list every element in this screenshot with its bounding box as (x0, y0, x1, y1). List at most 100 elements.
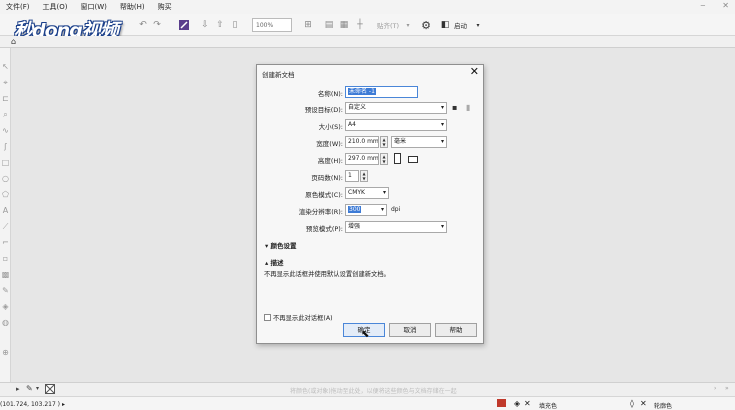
status-bar: (101.724, 103.217 ) ▸ ◈ ✕ 填充色 ◊ ✕ 轮廓色 (0, 396, 735, 410)
menu-window[interactable]: 窗口(W) (74, 2, 113, 12)
create-new-document-dialog: 创建新文档 ✕ 名称(N): 未命名 -1 预设目标(D): 自定义 ▾ ▪ ▮… (256, 64, 484, 344)
checkbox-box[interactable] (264, 314, 271, 321)
polygon-tool-icon[interactable]: ⬠ (1, 190, 10, 199)
cancel-button[interactable]: 取消 (389, 323, 431, 337)
drop-shadow-icon[interactable]: ▫ (1, 254, 10, 263)
resolution-label: 渲染分辨率(R): (298, 208, 343, 216)
show-grid-icon[interactable]: ▦ (339, 18, 349, 32)
portrait-orientation-icon[interactable] (394, 153, 401, 164)
add-tool-icon[interactable]: ⊕ (1, 348, 10, 357)
size-chevron-icon: ▾ (440, 121, 444, 128)
width-spinner[interactable]: ▲ ▼ (380, 136, 388, 148)
menu-help[interactable]: 帮助(H) (114, 2, 152, 12)
help-button[interactable]: 帮助 (435, 323, 477, 337)
corel-connect-icon[interactable] (178, 18, 189, 32)
unit-value: 毫米 (394, 138, 407, 145)
import-icon[interactable]: ⇩ (200, 18, 210, 32)
preview-mode-label: 预览模式(P): (305, 225, 343, 233)
preset-row: 预设目标(D): 自定义 ▾ ▪ ▮ (257, 102, 485, 114)
crop-tool-icon[interactable]: ⊏ (1, 94, 10, 103)
text-tool-icon[interactable]: A (1, 206, 10, 215)
palette-chevron-icon[interactable]: ▾ (36, 385, 39, 392)
pick-tool-icon[interactable]: ↖ (1, 62, 10, 71)
height-input[interactable]: 297.0 mm (345, 153, 379, 165)
pages-input[interactable]: 1 (345, 170, 359, 182)
show-rulers-icon[interactable]: ▤ (324, 18, 334, 32)
pages-spinner[interactable]: ▲ ▼ (360, 170, 368, 182)
dialog-close-icon[interactable]: ✕ (470, 66, 479, 78)
document-palette-bar: ▸ ✎ ▾ 将颜色(或对象)拖动至此处，以便将这些颜色与文档存储在一起 › » (0, 382, 735, 396)
preview-mode-row: 预览模式(P): 增强 ▾ (257, 221, 485, 233)
eyedropper-palette-icon[interactable]: ✎ (26, 384, 33, 393)
launch-dropdown[interactable]: 启动 (454, 18, 467, 32)
preview-mode-value: 增强 (348, 223, 361, 230)
preset-value: 自定义 (348, 104, 367, 111)
name-input[interactable]: 未命名 -1 (345, 86, 418, 98)
palette-arrow-icon[interactable]: ▸ (16, 385, 20, 393)
fill-icon: ◈ (514, 399, 521, 408)
palette-hint: 将颜色(或对象)拖动至此处，以便将这些颜色与文档存储在一起 (290, 388, 457, 395)
menu-buy[interactable]: 购买 (152, 2, 179, 12)
color-mode-label: 原色模式(C): (305, 191, 343, 199)
interactive-fill-icon[interactable]: ◈ (1, 302, 10, 311)
application-launcher-icon[interactable]: ◧ (440, 18, 450, 32)
menu-tools[interactable]: 工具(O) (37, 2, 75, 12)
full-screen-icon[interactable]: ⊞ (303, 18, 313, 32)
parallel-dimension-icon[interactable]: ⟋ (1, 222, 10, 231)
dont-show-again-checkbox[interactable]: 不再显示此对话框(A) (264, 313, 333, 322)
preview-mode-chevron-icon: ▾ (440, 223, 444, 230)
resolution-input[interactable]: 300 ▾ (345, 204, 387, 216)
landscape-orientation-icon[interactable] (408, 156, 418, 163)
show-guides-icon[interactable]: ┼ (355, 18, 365, 32)
outline-label: 轮廓色 (654, 403, 673, 410)
preset-select[interactable]: 自定义 ▾ (345, 102, 447, 114)
description-label: 描述 (270, 259, 284, 267)
height-spinner[interactable]: ▲ ▼ (380, 153, 388, 165)
eyedropper-icon[interactable]: ✎ (1, 286, 10, 295)
options-gear-icon[interactable]: ⚙ (420, 18, 432, 32)
redo-icon[interactable]: ↷ (152, 18, 162, 32)
freehand-tool-icon[interactable]: ∿ (1, 126, 10, 135)
zoom-level-select[interactable]: 100% (252, 18, 292, 32)
size-select[interactable]: A4 ▾ (345, 119, 447, 131)
export-icon[interactable]: ⇧ (215, 18, 225, 32)
unit-chevron-icon: ▾ (440, 138, 444, 145)
delete-preset-icon[interactable]: ▮ (466, 103, 470, 112)
dont-show-again-label: 不再显示此对话框(A) (273, 315, 333, 322)
status-arrow-icon[interactable]: ▸ (62, 401, 65, 408)
palette-scroll-left-icon[interactable]: › (714, 385, 716, 392)
shape-tool-icon[interactable]: ⌖ (1, 78, 10, 87)
connector-tool-icon[interactable]: ⌐ (1, 238, 10, 247)
minimize-icon[interactable]: ─ (701, 2, 705, 10)
dialog-title: 创建新文档 (262, 71, 295, 79)
unit-select[interactable]: 毫米 ▾ (391, 136, 447, 148)
snap-to-dropdown[interactable]: 贴齐(T) (377, 18, 399, 32)
undo-icon[interactable]: ↶ (138, 18, 148, 32)
launch-chevron-icon[interactable]: ▾ (474, 18, 482, 32)
home-icon[interactable]: ⌂ (11, 37, 16, 46)
resolution-value: 300 (348, 206, 362, 213)
palette-scroll-right-icon[interactable]: » (725, 385, 729, 392)
width-input[interactable]: 210.0 mm (345, 136, 379, 148)
color-settings-section[interactable]: ▾ 颜色设置 (265, 240, 297, 250)
transparency-icon[interactable]: ▩ (1, 270, 10, 279)
save-preset-icon[interactable]: ▪ (452, 103, 457, 112)
outline-icon: ◊ (630, 399, 634, 408)
menu-file[interactable]: 文件(F) (0, 2, 37, 12)
no-color-swatch[interactable] (45, 384, 55, 394)
zoom-tool-icon[interactable]: ⌕ (1, 110, 10, 119)
size-row: 大小(S): A4 ▾ (257, 119, 485, 131)
color-mode-select[interactable]: CMYK ▾ (345, 187, 389, 199)
preview-mode-select[interactable]: 增强 ▾ (345, 221, 447, 233)
color-mode-row: 原色模式(C): CMYK ▾ (257, 187, 485, 199)
close-window-icon[interactable]: ✕ (722, 1, 729, 10)
publish-pdf-icon[interactable]: ▯ (230, 18, 240, 32)
smart-fill-icon[interactable]: ◍ (1, 318, 10, 327)
color-proof-icon[interactable] (497, 399, 506, 407)
rectangle-tool-icon[interactable]: □ (1, 158, 10, 167)
artistic-media-icon[interactable]: ʃ (1, 142, 10, 151)
snap-chevron-icon[interactable]: ▾ (404, 18, 412, 32)
preset-label: 预设目标(D): (304, 106, 343, 114)
description-section[interactable]: ▴ 描述 (265, 257, 284, 267)
ellipse-tool-icon[interactable]: ○ (1, 174, 10, 183)
